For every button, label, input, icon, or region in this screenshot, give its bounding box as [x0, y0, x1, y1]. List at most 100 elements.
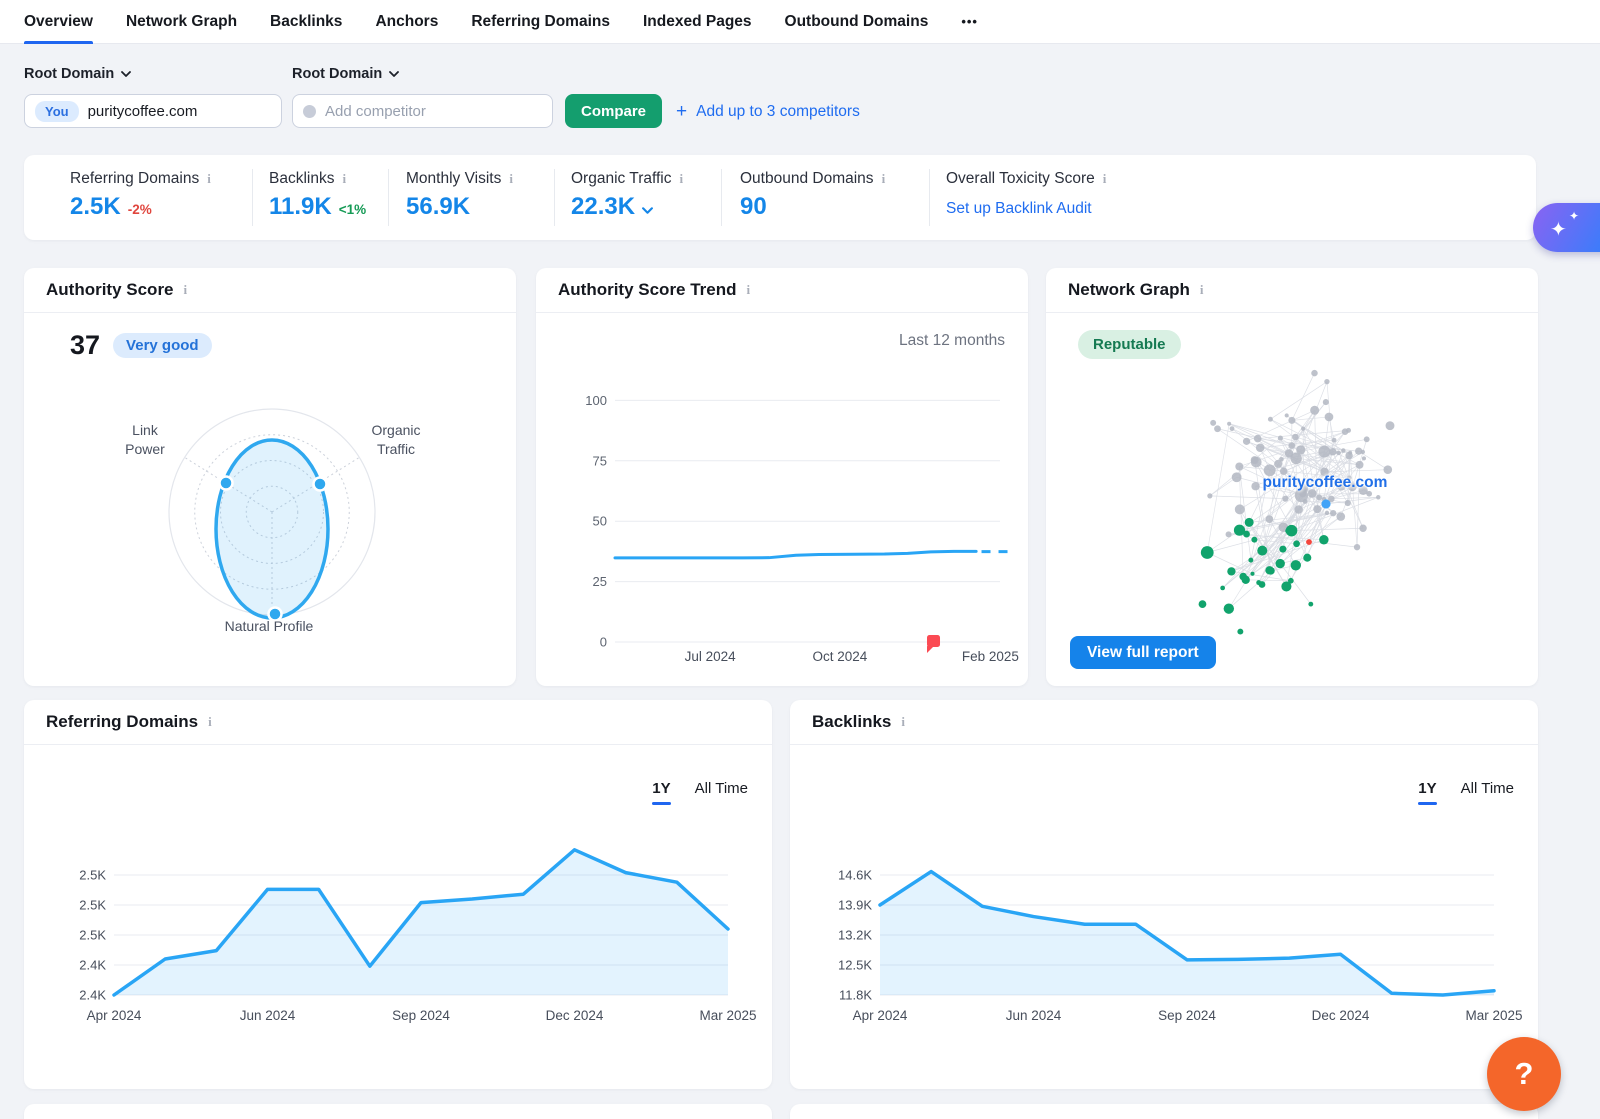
svg-text:Power: Power [125, 441, 165, 457]
top-navigation: Overview Network Graph Backlinks Anchors Ref… [0, 0, 1600, 44]
metric-value: 2.5K-2% [70, 193, 211, 221]
referring-domains-card: Referring Domains i 1YAll Time 2.5K2.5K2… [24, 700, 772, 1089]
svg-text:11.8K: 11.8K [839, 988, 872, 1003]
plus-icon: + [676, 102, 687, 121]
nav-item-referring-domains[interactable]: Referring Domains [471, 0, 610, 44]
metric-referring-domains: Referring Domains i 2.5K-2% [70, 170, 211, 221]
info-icon[interactable]: i [1103, 171, 1107, 187]
view-full-report-button[interactable]: View full report [1070, 636, 1216, 669]
metric-delta: -2% [128, 202, 152, 217]
info-icon[interactable]: i [342, 171, 346, 187]
divider [252, 169, 253, 226]
backlinks-card: Backlinks i 1Y All Time 14.6K13.9K13.2K12… [790, 700, 1538, 1089]
setup-backlink-audit-link[interactable]: Set up Backlink Audit [946, 200, 1092, 218]
divider [721, 169, 722, 226]
backlinks-chart: 14.6K13.9K13.2K12.5K11.8KApr 2024Jun 202… [790, 700, 1538, 1089]
metric-delta: <1% [339, 202, 366, 217]
svg-text:2.4K: 2.4K [79, 958, 106, 973]
add-competitors-label: Add up to 3 competitors [696, 103, 860, 121]
add-competitors-link[interactable]: + Add up to 3 competitors [676, 102, 860, 121]
divider [929, 169, 930, 226]
metric-outbound-domains: Outbound Domainsi90 [740, 170, 885, 221]
svg-text:2.5K: 2.5K [79, 898, 106, 913]
nav-item-indexed-pages[interactable]: Indexed Pages [643, 0, 752, 44]
svg-text:12.5K: 12.5K [838, 958, 872, 973]
svg-text:Mar 2025: Mar 2025 [1465, 1008, 1522, 1023]
authority-score-card: Authority Score i 37 Very good LinkPower… [24, 268, 516, 686]
competitor-placeholder: Add competitor [325, 103, 426, 120]
ai-assistant-button[interactable]: ✦ ✦ [1533, 203, 1600, 252]
referring-domains-chart: 2.5K2.5K2.5K2.4K2.4KApr 2024Jun 2024Sep … [24, 700, 772, 1089]
svg-text:Apr 2024: Apr 2024 [87, 1008, 142, 1023]
chevron-down-icon [389, 71, 399, 77]
chevron-down-icon[interactable] [642, 207, 653, 214]
backlinks-title: Backlinks [812, 712, 891, 732]
metric-value[interactable]: 22.3K [571, 193, 683, 221]
svg-text:2.5K: 2.5K [79, 868, 106, 883]
network-graph-card: Network Graph i Reputable puritycoffee.c… [1046, 268, 1538, 686]
metric-value: 56.9K [406, 193, 513, 221]
info-icon[interactable]: i [207, 171, 211, 187]
metric-organic-traffic: Organic Traffici22.3K [571, 170, 683, 221]
nav-item-anchors[interactable]: Anchors [375, 0, 438, 44]
info-icon[interactable]: i [680, 171, 684, 187]
divider [554, 169, 555, 226]
compare-button[interactable]: Compare [565, 94, 662, 128]
nav-item-overview[interactable]: Overview [24, 0, 93, 44]
referring-domains-title: Referring Domains [46, 712, 198, 732]
info-icon[interactable]: i [1200, 282, 1204, 298]
add-competitor-input[interactable]: Add competitor [292, 94, 553, 128]
divider [388, 169, 389, 226]
svg-text:13.2K: 13.2K [838, 928, 872, 943]
svg-text:Oct 2024: Oct 2024 [812, 649, 867, 664]
nav-item-network-graph[interactable]: Network Graph [126, 0, 237, 44]
svg-text:Sep 2024: Sep 2024 [392, 1008, 450, 1023]
competitor-type-dropdown[interactable]: Root Domain [292, 66, 399, 82]
info-icon[interactable]: i [882, 171, 886, 187]
nav-item-outbound-domains[interactable]: Outbound Domains [785, 0, 929, 44]
svg-text:Sep 2024: Sep 2024 [1158, 1008, 1216, 1023]
target-domain-value: puritycoffee.com [88, 103, 198, 120]
tab-1y[interactable]: 1Y [1418, 780, 1436, 805]
svg-text:Dec 2024: Dec 2024 [1312, 1008, 1370, 1023]
sparkle-icon: ✦ [1550, 217, 1567, 242]
metric-label: Monthly Visits [406, 170, 501, 188]
more-tabs-button[interactable]: ••• [961, 14, 978, 29]
authority-score-title: Authority Score [46, 280, 174, 300]
tab-all-time[interactable]: All Time [1461, 780, 1514, 805]
annotation-flag-icon [927, 635, 940, 653]
info-icon[interactable]: i [901, 714, 905, 730]
metric-label: Outbound Domains [740, 170, 874, 188]
info-icon[interactable]: i [208, 714, 212, 730]
svg-text:2.5K: 2.5K [79, 928, 106, 943]
target-type-dropdown[interactable]: Root Domain [24, 66, 131, 82]
competitor-favicon-placeholder-icon [303, 105, 316, 118]
authority-score-value: 37 [70, 330, 100, 361]
svg-text:Traffic: Traffic [377, 441, 415, 457]
info-icon[interactable]: i [184, 282, 188, 298]
sparkle-icon: ✦ [1569, 209, 1579, 223]
tab-1y[interactable]: 1Y [652, 780, 670, 805]
info-icon[interactable]: i [509, 171, 513, 187]
info-icon[interactable]: i [747, 282, 751, 298]
svg-text:0: 0 [600, 635, 607, 650]
reputable-badge: Reputable [1078, 330, 1181, 359]
tab-all-time[interactable]: All Time [695, 780, 748, 805]
svg-text:100: 100 [585, 393, 607, 408]
metric-overall-toxicity-score: Overall Toxicity ScoreiSet up Backlink A… [946, 170, 1106, 218]
svg-text:14.6K: 14.6K [838, 868, 872, 883]
network-graph-title: Network Graph [1068, 280, 1190, 300]
svg-text:Apr 2024: Apr 2024 [853, 1008, 908, 1023]
next-card-partial [790, 1104, 1538, 1119]
metric-label: Backlinks [269, 170, 334, 188]
target-type-label: Root Domain [24, 66, 114, 82]
help-button[interactable]: ? [1487, 1037, 1561, 1111]
next-card-partial [24, 1104, 772, 1119]
chevron-down-icon [121, 71, 131, 77]
target-domain-input[interactable]: You puritycoffee.com [24, 94, 282, 128]
svg-text:25: 25 [593, 574, 607, 589]
nav-item-backlinks[interactable]: Backlinks [270, 0, 342, 44]
metric-label: Referring Domains [70, 170, 199, 188]
metric-value: 11.9K<1% [269, 193, 366, 221]
svg-text:Natural Profile: Natural Profile [225, 618, 314, 634]
